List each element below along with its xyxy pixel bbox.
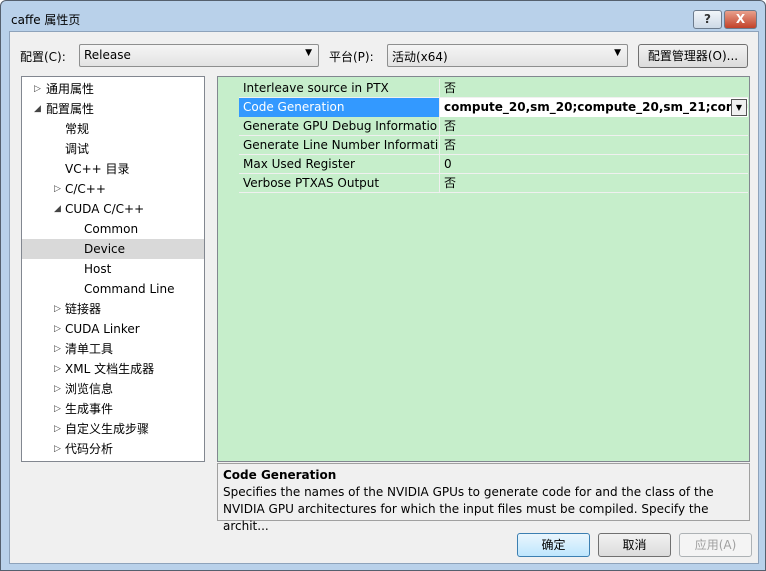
tree-item[interactable]: Host (22, 259, 204, 279)
tree-item-label: CUDA Linker (65, 322, 140, 336)
property-row[interactable]: Code Generation compute_20,sm_20;compute_… (239, 98, 748, 117)
tree-item-label: Command Line (84, 282, 175, 296)
expand-arrow-icon[interactable]: ▷ (54, 339, 61, 359)
tree-item-label: CUDA C/C++ (65, 202, 145, 216)
tree-item-label: 清单工具 (65, 342, 114, 356)
expand-arrow-icon[interactable]: ▷ (54, 179, 61, 199)
property-name: Generate GPU Debug Information (243, 119, 438, 133)
apply-button[interactable]: 应用(A) (679, 533, 752, 557)
tree-item-label: C/C++ (65, 182, 106, 196)
tree-item-label: VC++ 目录 (65, 162, 130, 176)
tree-item-label: 通用属性 (46, 82, 95, 96)
collapse-arrow-icon[interactable]: ◢ (54, 199, 61, 219)
expand-arrow-icon[interactable]: ▷ (54, 439, 61, 459)
property-name: Generate Line Number Information (243, 138, 438, 152)
expand-arrow-icon[interactable]: ▷ (34, 79, 41, 99)
property-value[interactable]: compute_20,sm_20;compute_20,sm_21;comput… (439, 98, 748, 117)
chevron-down-icon: ▼ (614, 48, 621, 58)
tree-item[interactable]: ▷ 通用属性 (22, 79, 204, 99)
config-label: 配置(C): (20, 50, 66, 64)
tree-item[interactable]: ▷ 生成事件 (22, 399, 204, 419)
tree-item[interactable]: ▷ XML 文档生成器 (22, 359, 204, 379)
expand-arrow-icon[interactable]: ▷ (54, 299, 61, 319)
tree-item-label: XML 文档生成器 (65, 362, 155, 376)
tree-item-label: Device (84, 242, 126, 256)
tree-item-label: 浏览信息 (65, 382, 114, 396)
property-row[interactable]: Max Used Register 0 (239, 155, 748, 174)
collapse-arrow-icon[interactable]: ◢ (34, 99, 41, 119)
tree-item[interactable]: ▷ 浏览信息 (22, 379, 204, 399)
expand-arrow-icon[interactable]: ▷ (54, 319, 61, 339)
tree-item[interactable]: 调试 (22, 139, 204, 159)
expand-arrow-icon[interactable]: ▷ (54, 399, 61, 419)
expand-arrow-icon[interactable]: ▷ (54, 359, 61, 379)
property-value[interactable]: 否 (439, 79, 748, 98)
property-name: Max Used Register (243, 157, 355, 171)
tree-item-label: Common (84, 222, 139, 236)
description-text: Specifies the names of the NVIDIA GPUs t… (223, 485, 714, 533)
description-title: Code Generation (223, 468, 337, 482)
tree-item[interactable]: ▷ C/C++ (22, 179, 204, 199)
dropdown-arrow-icon[interactable]: ▼ (731, 99, 747, 116)
platform-select[interactable]: 活动(x64) ▼ (387, 44, 628, 67)
platform-value: 活动(x64) (392, 50, 448, 64)
property-name: Code Generation (239, 98, 439, 117)
tree-item[interactable]: ▷ CUDA Linker (22, 319, 204, 339)
property-name: Interleave source in PTX (243, 81, 389, 95)
tree-item-label: 代码分析 (65, 442, 114, 456)
tree-item[interactable]: Common (22, 219, 204, 239)
tree-item[interactable]: ▷ 自定义生成步骤 (22, 419, 204, 439)
tree-item[interactable]: Command Line (22, 279, 204, 299)
property-tree[interactable]: ▷ 通用属性 ◢ 配置属性常规调试 VC++ 目录 ▷ C/C++ ◢ CUDA C/C++ Co… (21, 76, 205, 462)
tree-item[interactable]: 常规 (22, 119, 204, 139)
tree-item-label: 调试 (65, 142, 90, 156)
config-select[interactable]: Release ▼ (79, 44, 319, 67)
property-row[interactable]: Verbose PTXAS Output 否 (239, 174, 748, 193)
tree-item-label: 自定义生成步骤 (65, 422, 150, 436)
properties-dialog: caffe 属性页 ? X 配置(C): Release ▼ 平台(P): 活动(… (0, 0, 766, 571)
tree-item-label: 配置属性 (46, 102, 95, 116)
property-row[interactable]: Generate GPU Debug Information 否 (239, 117, 748, 136)
tree-item[interactable]: ▷ 链接器 (22, 299, 204, 319)
property-value[interactable]: 0 (439, 155, 748, 174)
expand-arrow-icon[interactable]: ▷ (54, 379, 61, 399)
property-value[interactable]: 否 (439, 136, 748, 155)
property-value[interactable]: 否 (439, 117, 748, 136)
expand-arrow-icon[interactable]: ▷ (54, 419, 61, 439)
tree-item-label: 链接器 (65, 302, 102, 316)
tree-item[interactable]: Device (22, 239, 204, 259)
tree-item[interactable]: ▷ 清单工具 (22, 339, 204, 359)
help-button[interactable]: ? (693, 10, 722, 29)
config-manager-button[interactable]: 配置管理器(O)... (638, 44, 748, 68)
window-title: caffe 属性页 (11, 13, 81, 27)
tree-item[interactable]: ◢ CUDA C/C++ (22, 199, 204, 219)
property-name: Verbose PTXAS Output (243, 176, 380, 190)
cancel-button[interactable]: 取消 (598, 533, 671, 557)
ok-button[interactable]: 确定 (517, 533, 590, 557)
config-value: Release (84, 48, 131, 62)
property-grid[interactable]: Interleave source in PTX 否 Code Generation… (217, 76, 750, 462)
platform-label: 平台(P): (329, 50, 374, 64)
description-panel: Code Generation Specifies the names of t… (217, 463, 750, 533)
tree-item-label: 常规 (65, 122, 90, 136)
property-value[interactable]: 否 (439, 174, 748, 193)
property-row[interactable]: Generate Line Number Information 否 (239, 136, 748, 155)
tree-item[interactable]: VC++ 目录 (22, 159, 204, 179)
tree-item-label: Host (84, 262, 112, 276)
tree-item-label: 生成事件 (65, 402, 114, 416)
chevron-down-icon: ▼ (305, 48, 312, 58)
property-row[interactable]: Interleave source in PTX 否 (239, 79, 748, 98)
close-button[interactable]: X (724, 10, 757, 29)
tree-item[interactable]: ◢ 配置属性 (22, 99, 204, 119)
tree-item[interactable]: ▷ 代码分析 (22, 439, 204, 459)
